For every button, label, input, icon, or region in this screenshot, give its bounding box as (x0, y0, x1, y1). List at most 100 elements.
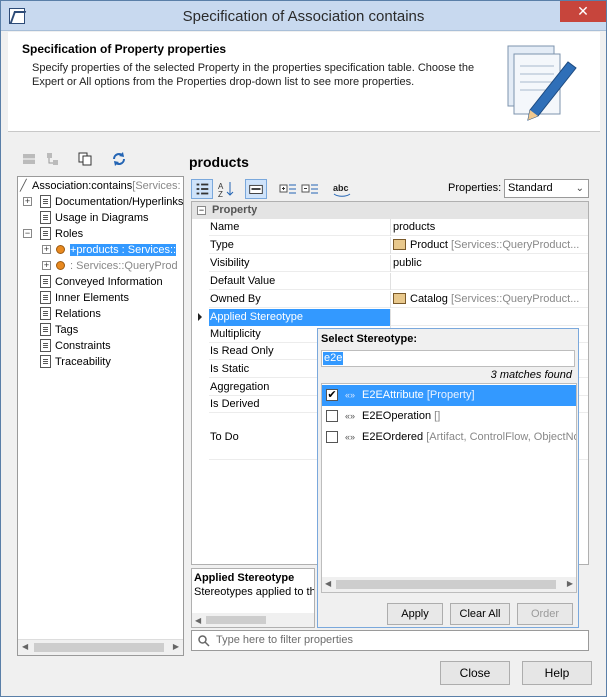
scroll-right-icon[interactable]: ▶ (173, 642, 179, 651)
property-row-name[interactable]: Name products (209, 219, 588, 236)
stereotype-item-e2eoperation[interactable]: «» E2EOperation [] (322, 406, 576, 427)
group-label: Property (212, 204, 258, 216)
grid-view-icon[interactable] (21, 151, 37, 167)
scroll-thumb[interactable] (336, 580, 556, 589)
tree-item-constraints[interactable]: Constraints (40, 338, 111, 354)
help-button[interactable]: Help (522, 661, 592, 685)
property-row-applied-stereotype[interactable]: Applied Stereotype (209, 309, 588, 326)
clear-all-button[interactable]: Clear All (450, 603, 510, 625)
stereotype-item-e2eordered[interactable]: «» E2EOrdered [Artifact, ControlFlow, Ob… (322, 427, 577, 448)
tree-item-role-products[interactable]: +products : Services:: (56, 242, 177, 258)
document-icon (40, 355, 51, 368)
description-scrollbar[interactable]: ◀ (192, 613, 314, 627)
filter-input[interactable]: Type here to filter properties (191, 630, 589, 651)
tree-item-documentation[interactable]: Documentation/Hyperlinks (40, 194, 183, 210)
property-row-owned-by[interactable]: Owned By Catalog [Services::QueryProduct.… (209, 291, 588, 308)
refresh-icon[interactable] (111, 151, 127, 167)
tree-view-icon[interactable] (45, 151, 61, 167)
class-icon (393, 293, 406, 304)
stereotype-checkbox[interactable] (326, 431, 338, 443)
tree-item-role-query[interactable]: : Services::QueryProd (56, 258, 178, 274)
scroll-left-icon[interactable]: ◀ (195, 616, 201, 625)
tree-toolbar (19, 149, 179, 171)
tree-root[interactable]: ╱ Association:contains[Services: (20, 178, 181, 194)
document-icon (40, 195, 51, 208)
close-button[interactable]: Close (440, 661, 510, 685)
stereotype-meta: [Artifact, ControlFlow, ObjectNo (426, 431, 577, 443)
tree-item-label: Inner Elements (55, 292, 129, 304)
stereotype-meta: [] (434, 410, 441, 422)
stereotype-checkbox[interactable] (326, 410, 338, 422)
stereotype-search-input[interactable]: e2e (321, 350, 575, 367)
property-value[interactable] (392, 273, 588, 290)
scroll-right-icon[interactable]: ▶ (567, 579, 573, 588)
document-icon (40, 211, 51, 224)
description-toggle-icon[interactable] (245, 179, 267, 199)
property-row-visibility[interactable]: Visibility public (209, 255, 588, 272)
title-bar: Specification of Association contains ✕ (1, 1, 606, 31)
property-row-default-value[interactable]: Default Value (209, 273, 588, 290)
value-text: Product (410, 239, 448, 251)
header-panel: Specification of Property properties Spe… (8, 32, 600, 132)
property-value[interactable]: products (392, 219, 588, 236)
filter-placeholder: Type here to filter properties (216, 634, 353, 646)
property-value[interactable]: Product [Services::QueryProduct... (392, 237, 588, 254)
apply-button[interactable]: Apply (387, 603, 443, 625)
scroll-left-icon[interactable]: ◀ (22, 642, 28, 651)
svg-text:Z: Z (218, 190, 223, 199)
expand-documentation[interactable]: + (23, 197, 32, 206)
tree-item-tags[interactable]: Tags (40, 322, 78, 338)
tree-item-label: +products : Services:: (70, 244, 177, 256)
copy-icon[interactable] (77, 151, 93, 167)
tree-item-usage[interactable]: Usage in Diagrams (40, 210, 149, 226)
property-value[interactable]: public (392, 255, 588, 272)
tree-item-conveyed[interactable]: Conveyed Information (40, 274, 163, 290)
expand-role-query[interactable]: + (42, 261, 51, 270)
stereotype-item-e2eattribute[interactable]: ✔ «» E2EAttribute [Property] (322, 385, 576, 406)
categorized-view-icon[interactable] (191, 179, 213, 199)
scroll-thumb[interactable] (34, 643, 164, 652)
expand-role-products[interactable]: + (42, 245, 51, 254)
scroll-thumb[interactable] (206, 616, 266, 624)
header-description: Specify properties of the selected Prope… (32, 62, 475, 88)
tree-item-traceability[interactable]: Traceability (40, 354, 111, 370)
tree-item-inner[interactable]: Inner Elements (40, 290, 129, 306)
tree-item-roles[interactable]: Roles (40, 226, 83, 242)
window-close-button[interactable]: ✕ (560, 1, 606, 22)
spell-check-icon[interactable]: abc (331, 179, 353, 199)
collapse-group-icon[interactable]: − (197, 206, 206, 215)
search-icon (198, 635, 210, 647)
description-panel: Applied Stereotype Stereotypes applied t… (191, 568, 315, 628)
property-value[interactable] (392, 309, 588, 326)
collapse-all-icon[interactable] (299, 179, 321, 199)
tree-item-label: Usage in Diagrams (55, 212, 149, 224)
document-icon (40, 339, 51, 352)
tree-root-suffix: [Services: (132, 180, 181, 192)
property-name: Visibility (209, 255, 391, 272)
document-icon (40, 323, 51, 336)
select-stereotype-popup: Select Stereotype: e2e 3 matches found ✔… (317, 328, 579, 628)
tree-item-relations[interactable]: Relations (40, 306, 101, 322)
properties-dropdown[interactable]: Standard ⌄ (504, 179, 589, 198)
group-header-property[interactable]: − Property (192, 202, 588, 219)
expand-all-icon[interactable] (277, 179, 299, 199)
value-text: products (393, 221, 436, 233)
tree-item-label: Roles (55, 228, 84, 240)
tree-item-label: Documentation/Hyperlinks (55, 196, 184, 208)
row-pointer-icon (198, 313, 202, 321)
properties-dropdown-value: Standard (508, 182, 553, 194)
property-value[interactable]: Catalog [Services::QueryProduct... (392, 291, 588, 308)
collapse-roles[interactable]: − (23, 229, 32, 238)
tree-item-label: Constraints (55, 340, 111, 352)
sort-alphabetical-icon[interactable]: AZ (215, 179, 237, 199)
scroll-left-icon[interactable]: ◀ (325, 579, 331, 588)
stereotype-checkbox[interactable]: ✔ (326, 389, 338, 401)
property-icon (56, 261, 65, 270)
stereotype-list-scrollbar[interactable]: ◀ ▶ (322, 577, 576, 592)
property-row-type[interactable]: Type Product [Services::QueryProduct... (209, 237, 588, 254)
document-icon (40, 227, 51, 240)
tree-horizontal-scrollbar[interactable]: ◀ ▶ (18, 639, 183, 655)
tree-item-label: Conveyed Information (55, 276, 163, 288)
stereotype-meta: [Property] (426, 389, 475, 401)
order-button[interactable]: Order (517, 603, 573, 625)
